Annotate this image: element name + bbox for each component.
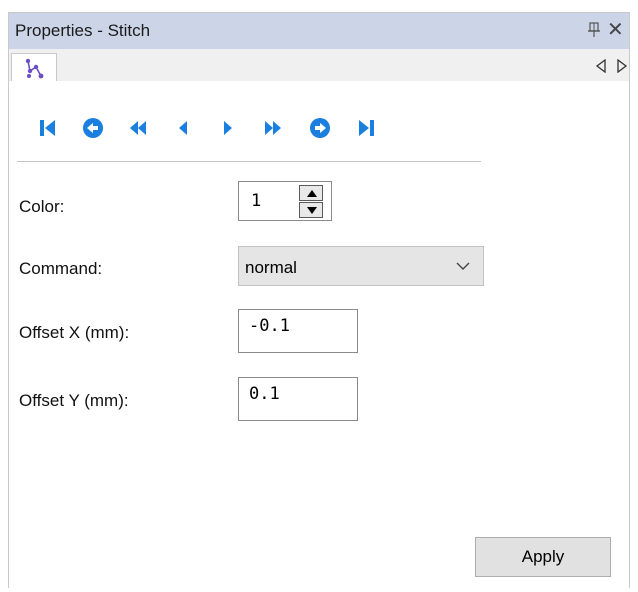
fast-forward-icon[interactable] xyxy=(262,117,284,139)
step-back-icon[interactable] xyxy=(172,117,194,139)
stitch-icon xyxy=(25,58,44,79)
arrow-up-icon xyxy=(307,190,317,197)
panel-titlebar[interactable]: Properties - Stitch ✕ xyxy=(9,13,629,49)
command-label: Command: xyxy=(19,259,103,278)
fast-back-icon[interactable] xyxy=(127,117,149,139)
properties-content: Color: 1 Command: normal Offset X (mm): … xyxy=(9,81,629,589)
step-forward-icon[interactable] xyxy=(217,117,239,139)
offset-x-field[interactable] xyxy=(238,309,358,353)
offset-y-label: Offset Y (mm): xyxy=(19,391,129,410)
offset-x-label: Offset X (mm): xyxy=(19,323,130,342)
properties-panel: Properties - Stitch ✕ Color: 1 Command: … xyxy=(8,12,630,589)
spin-up-button[interactable] xyxy=(299,185,323,201)
color-value[interactable]: 1 xyxy=(251,191,261,211)
next-circle-icon[interactable] xyxy=(309,117,331,139)
tab-strip xyxy=(9,49,629,83)
offset-x-input[interactable] xyxy=(249,316,345,336)
color-spinner[interactable]: 1 xyxy=(238,181,332,221)
last-stitch-icon[interactable] xyxy=(355,117,377,139)
toolbar-divider xyxy=(17,161,481,162)
offset-y-input[interactable] xyxy=(249,384,345,404)
triangle-right-outline-icon[interactable] xyxy=(616,58,628,74)
spin-down-button[interactable] xyxy=(299,202,323,218)
command-value: normal xyxy=(245,258,297,277)
first-stitch-icon[interactable] xyxy=(37,117,59,139)
chevron-down-icon xyxy=(456,262,470,270)
pin-icon[interactable] xyxy=(587,22,601,38)
offset-y-field[interactable] xyxy=(238,377,358,421)
apply-button[interactable]: Apply xyxy=(475,537,611,577)
close-icon[interactable]: ✕ xyxy=(607,17,624,43)
panel-title: Properties - Stitch xyxy=(15,21,151,40)
previous-circle-icon[interactable] xyxy=(82,117,104,139)
triangle-left-outline-icon[interactable] xyxy=(595,58,607,74)
tab-stitch[interactable] xyxy=(11,53,57,83)
color-label: Color: xyxy=(19,197,65,216)
command-select[interactable]: normal xyxy=(238,246,484,286)
arrow-down-icon xyxy=(307,207,317,214)
